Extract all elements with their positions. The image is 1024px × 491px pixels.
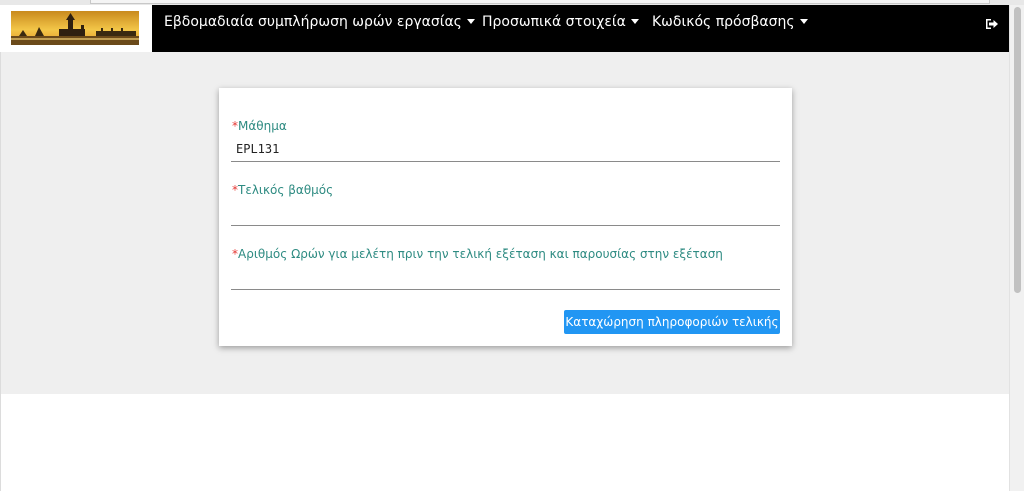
submit-final-info-button[interactable]: Καταχώρηση πληροφοριών τελικής: [564, 310, 780, 334]
study-hours-label-text: Αριθμός Ωρών για μελέτη πριν την τελική …: [238, 247, 723, 261]
browser-tab-edge: [90, 0, 990, 4]
nav-weekly-hours[interactable]: Εβδομαδιαία συμπλήρωση ωρών εργασίας: [164, 5, 475, 39]
nav-password-label: Κωδικός πρόσβασης: [652, 14, 795, 30]
final-exam-form-card: *Μάθημα *Τελικός βαθμός *Αριθμός Ωρών γι…: [219, 88, 792, 346]
sign-out-icon[interactable]: [985, 15, 1001, 29]
course-field[interactable]: [231, 136, 780, 162]
final-grade-label-text: Τελικός βαθμός: [238, 183, 334, 197]
final-grade-label: *Τελικός βαθμός: [232, 183, 333, 197]
caret-down-icon: [799, 18, 808, 24]
study-hours-label: *Αριθμός Ωρών για μελέτη πριν την τελική…: [232, 247, 723, 261]
course-label-text: Μάθημα: [238, 119, 287, 133]
study-hours-field[interactable]: [231, 264, 780, 290]
vertical-scrollbar[interactable]: [1009, 5, 1024, 491]
logo-image: [11, 11, 139, 45]
caret-down-icon: [466, 18, 475, 24]
page-bottom-area: [0, 394, 1009, 491]
final-grade-field[interactable]: [231, 200, 780, 226]
nav-password[interactable]: Κωδικός πρόσβασης: [652, 5, 808, 39]
nav-personal-info[interactable]: Προσωπικά στοιχεία: [482, 5, 639, 39]
top-navbar: Εβδομαδιαία συμπλήρωση ωρών εργασίας Προ…: [0, 5, 1009, 52]
course-label: *Μάθημα: [232, 119, 287, 133]
nav-weekly-hours-label: Εβδομαδιαία συμπλήρωση ωρών εργασίας: [164, 14, 462, 30]
caret-down-icon: [630, 18, 639, 24]
scrollbar-thumb[interactable]: [1014, 7, 1021, 293]
nav-personal-info-label: Προσωπικά στοιχεία: [482, 14, 626, 30]
logo-container[interactable]: [0, 5, 152, 52]
